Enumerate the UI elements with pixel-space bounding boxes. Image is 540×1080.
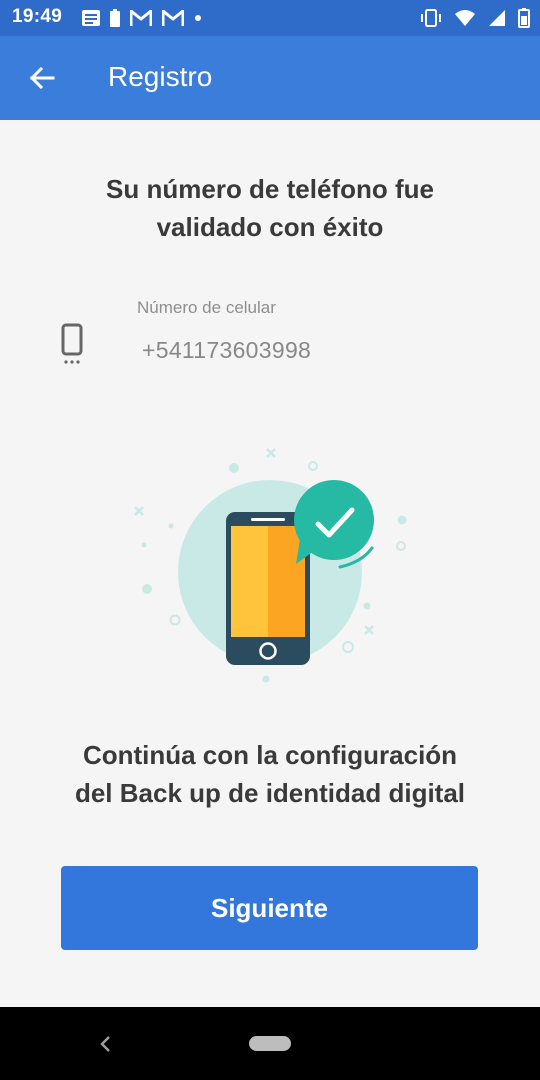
page-title: Registro [108, 61, 213, 92]
status-left-icons [82, 8, 202, 28]
success-title: Su número de teléfono fue validado con é… [40, 170, 500, 246]
battery-icon [518, 8, 530, 28]
app-bar: Registro [0, 36, 540, 120]
continue-line-2: del Back up de identidad digital [74, 778, 466, 808]
success-line-2: validado con éxito [156, 212, 384, 242]
next-button[interactable]: Siguiente [61, 866, 478, 950]
status-time: 19:49 [12, 6, 63, 27]
continue-text: Continúa con la configuración del Back u… [30, 736, 510, 812]
notification-dot-icon [195, 15, 201, 21]
phone-validated-illustration [134, 448, 407, 683]
nav-back-button[interactable] [94, 1031, 116, 1057]
status-right-icons [420, 8, 530, 28]
phone-label: Número de celular [137, 298, 276, 317]
phone-value: +541173603998 [142, 337, 312, 363]
chevron-left-icon [100, 1036, 110, 1052]
smartphone-icon [61, 323, 83, 364]
vibrate-icon [421, 9, 441, 27]
signal-icon [489, 10, 505, 26]
arrow-left-icon [29, 67, 55, 89]
gmail-icon [162, 10, 184, 26]
wifi-icon [455, 10, 475, 26]
back-button[interactable] [22, 58, 62, 98]
continue-line-1: Continúa con la configuración [82, 740, 458, 770]
news-icon [82, 10, 100, 26]
home-pill-icon[interactable] [249, 1036, 291, 1051]
gmail-icon [130, 10, 152, 26]
status-bar: 19:49 [0, 0, 540, 36]
success-line-1: Su número de teléfono fue [106, 174, 434, 204]
battery-saver-icon [110, 9, 120, 27]
system-nav-bar [0, 1007, 540, 1080]
